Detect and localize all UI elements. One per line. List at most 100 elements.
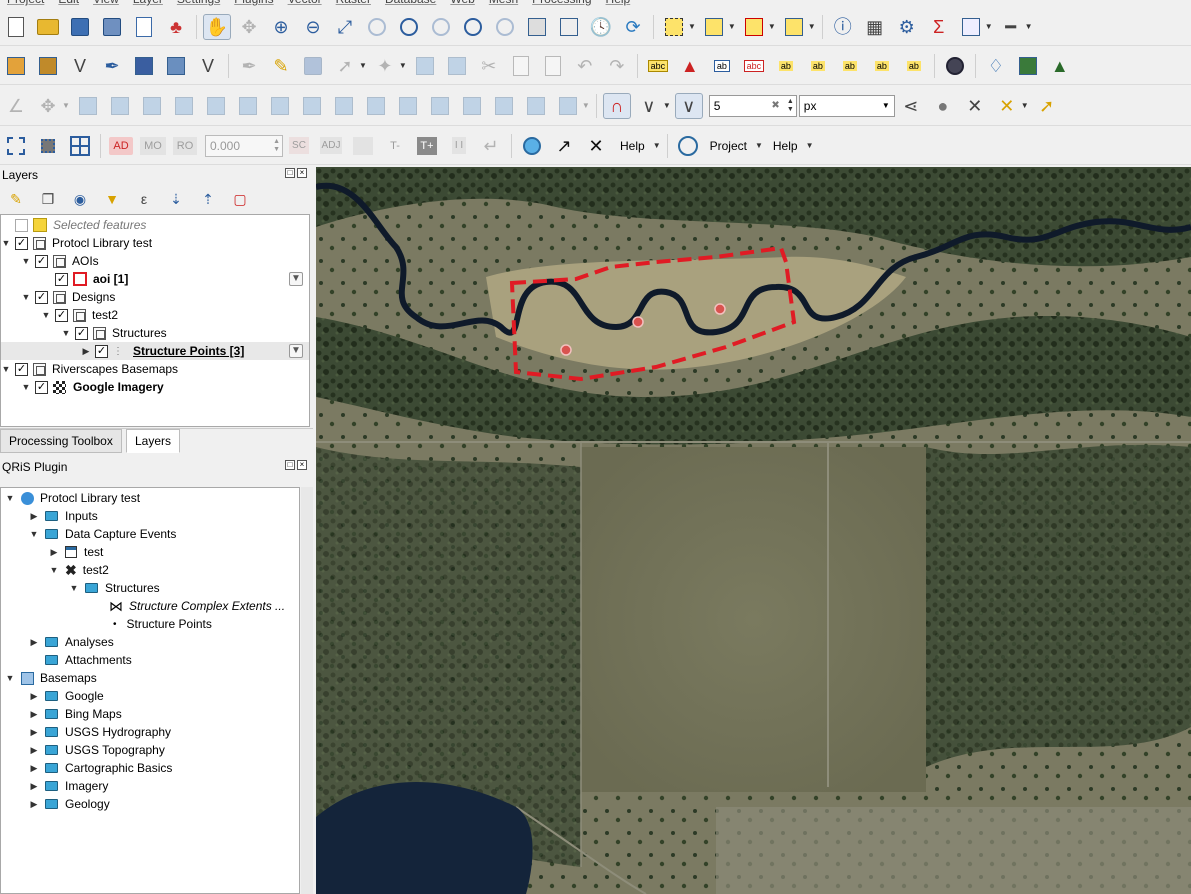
layer-row[interactable]: ▼ ✓ Structures bbox=[61, 324, 167, 342]
style-layer-icon[interactable]: ✎ bbox=[2, 186, 30, 212]
tree-item[interactable]: ▼ Data Capture Events bbox=[29, 525, 177, 543]
select-by-location-icon[interactable] bbox=[780, 14, 808, 40]
pan-to-selection-icon[interactable]: ✥ bbox=[235, 14, 263, 40]
snap-intersection-icon[interactable]: ● bbox=[929, 93, 957, 119]
menu-view[interactable]: View bbox=[86, 0, 126, 8]
help-menu-2[interactable]: Help bbox=[773, 139, 798, 153]
menu-edit[interactable]: Edit bbox=[51, 0, 86, 8]
move-label-icon[interactable]: ab bbox=[836, 53, 864, 79]
layer-row[interactable]: ✓ aoi [1] bbox=[41, 270, 128, 288]
offset-curve-icon[interactable] bbox=[330, 93, 358, 119]
layer-row[interactable]: ▼ ✓ Designs bbox=[21, 288, 116, 306]
add-ring-icon[interactable] bbox=[138, 93, 166, 119]
remove-layer-icon[interactable]: ▢ bbox=[226, 186, 254, 212]
merge-features-icon[interactable] bbox=[490, 93, 518, 119]
rotate-label-icon[interactable]: ab bbox=[868, 53, 896, 79]
help-menu-1[interactable]: Help bbox=[620, 139, 645, 153]
select-dashed-icon[interactable] bbox=[2, 133, 30, 159]
layer-row[interactable]: ▼ ✓ test2 bbox=[41, 306, 118, 324]
copy-features-icon[interactable] bbox=[507, 53, 535, 79]
tab-layers[interactable]: Layers bbox=[126, 429, 181, 453]
new-map-view-icon[interactable] bbox=[523, 14, 551, 40]
collapse-all-icon[interactable]: ⇡ bbox=[194, 186, 222, 212]
label-abc-red-icon[interactable]: abc bbox=[740, 53, 768, 79]
add-part-icon[interactable] bbox=[170, 93, 198, 119]
layer-row-selected[interactable]: ▶ ✓ ⋮ Structure Points [3] bbox=[1, 342, 309, 360]
snapping-unit-select[interactable]: px ▼ bbox=[798, 94, 895, 117]
layer-checkbox[interactable]: ✓ bbox=[55, 308, 68, 322]
map-canvas[interactable] bbox=[316, 167, 1191, 894]
simplify-icon[interactable] bbox=[106, 93, 134, 119]
merge-attributes-icon[interactable] bbox=[522, 93, 550, 119]
tree-item[interactable]: ▶ test bbox=[49, 543, 104, 561]
menu-layer[interactable]: Layer bbox=[126, 0, 170, 8]
paste-features-icon[interactable] bbox=[539, 53, 567, 79]
layer-checkbox[interactable]: ✓ bbox=[35, 380, 48, 394]
add-group-icon[interactable]: ❐ bbox=[34, 186, 62, 212]
layer-checkbox[interactable]: ✓ bbox=[55, 272, 68, 286]
add-line-icon[interactable]: ➚ bbox=[331, 53, 359, 79]
layer-checkbox[interactable]: ✓ bbox=[15, 236, 28, 250]
panel-scrollbar[interactable] bbox=[301, 487, 313, 894]
zoom-next-icon[interactable] bbox=[491, 14, 519, 40]
cube-icon[interactable] bbox=[34, 133, 62, 159]
split-parts-icon[interactable] bbox=[458, 93, 486, 119]
statistics-sigma-icon[interactable]: Σ bbox=[925, 14, 953, 40]
filter-icon[interactable]: ▼ bbox=[289, 272, 303, 286]
add-mesh-icon[interactable] bbox=[130, 53, 158, 79]
close-panel-icon[interactable]: × bbox=[297, 460, 307, 470]
zoom-to-layer-icon[interactable] bbox=[395, 14, 423, 40]
plugin-stack-icon[interactable] bbox=[1014, 53, 1042, 79]
rotate-point-icon[interactable] bbox=[554, 93, 582, 119]
ii-button[interactable]: I I bbox=[445, 133, 473, 159]
delete-selected-icon[interactable] bbox=[443, 53, 471, 79]
digitize-icon[interactable]: ✒ bbox=[235, 53, 263, 79]
select-by-value-icon[interactable] bbox=[700, 14, 728, 40]
ro-button[interactable]: RO bbox=[171, 133, 199, 159]
fill-ring-icon[interactable] bbox=[202, 93, 230, 119]
open-project-icon[interactable] bbox=[34, 14, 62, 40]
spin-arrows-icon[interactable]: ▲ ▼ bbox=[787, 98, 794, 114]
snapping-vertex-icon[interactable]: ∨ bbox=[635, 93, 663, 119]
change-label-icon[interactable]: ab bbox=[900, 53, 928, 79]
layer-row[interactable]: ▼ ✓ AOIs bbox=[21, 252, 99, 270]
label-abc-icon[interactable]: abc bbox=[644, 53, 672, 79]
menu-project[interactable]: Project bbox=[0, 0, 51, 8]
filter-icon[interactable]: ▼ bbox=[289, 344, 303, 358]
layer-row[interactable]: Selected features bbox=[1, 216, 146, 234]
adj-button[interactable]: ADJ bbox=[317, 133, 345, 159]
layer-checkbox[interactable]: ✓ bbox=[95, 344, 108, 358]
riverscapes-viewer-icon[interactable] bbox=[941, 53, 969, 79]
snapping-mode-icon[interactable]: ∨ bbox=[674, 92, 703, 119]
layer-row[interactable]: ▼ ✓ Riverscapes Basemaps bbox=[1, 360, 179, 378]
toggle-editing-icon[interactable]: ✎ bbox=[267, 53, 295, 79]
identify-features-icon[interactable]: ⓘ bbox=[829, 14, 857, 40]
layer-diagram-icon[interactable]: ▲ bbox=[676, 53, 704, 79]
move-feature-icon[interactable]: ✥ bbox=[34, 93, 62, 119]
redo-icon[interactable]: ↷ bbox=[603, 53, 631, 79]
zoom-to-selection-icon[interactable] bbox=[363, 14, 391, 40]
tree-item[interactable]: ▶ Geology bbox=[29, 795, 110, 813]
menu-web[interactable]: Web bbox=[443, 0, 481, 8]
qris-logo-icon[interactable] bbox=[674, 133, 702, 159]
deselect-icon[interactable] bbox=[740, 14, 768, 40]
zoom-full-icon[interactable]: ⤢ bbox=[331, 14, 359, 40]
print-layout-icon[interactable] bbox=[130, 14, 158, 40]
show-labels-icon[interactable]: ab bbox=[804, 53, 832, 79]
attributes-form-icon[interactable] bbox=[957, 14, 985, 40]
tree-item[interactable]: ▶ Bing Maps bbox=[29, 705, 122, 723]
t-minus-button[interactable]: T- bbox=[381, 133, 409, 159]
close-panel-icon[interactable]: × bbox=[297, 168, 307, 178]
open-external-icon[interactable]: ↗ bbox=[550, 133, 578, 159]
t-plus-button[interactable]: T+ bbox=[413, 133, 441, 159]
blank-button[interactable] bbox=[349, 133, 377, 159]
tree-item[interactable]: • Structure Points bbox=[113, 615, 212, 633]
reverse-line-icon[interactable] bbox=[362, 93, 390, 119]
zoom-in-icon[interactable]: ⊕ bbox=[267, 14, 295, 40]
layer-checkbox[interactable]: ✓ bbox=[15, 362, 28, 376]
layer-checkbox[interactable]: ✓ bbox=[75, 326, 88, 340]
pan-map-icon[interactable]: ✋ bbox=[203, 13, 231, 40]
menu-settings[interactable]: Settings bbox=[170, 0, 227, 8]
tree-item[interactable]: ▶ USGS Topography bbox=[29, 741, 165, 759]
python-console-icon[interactable]: ♢ bbox=[982, 53, 1010, 79]
